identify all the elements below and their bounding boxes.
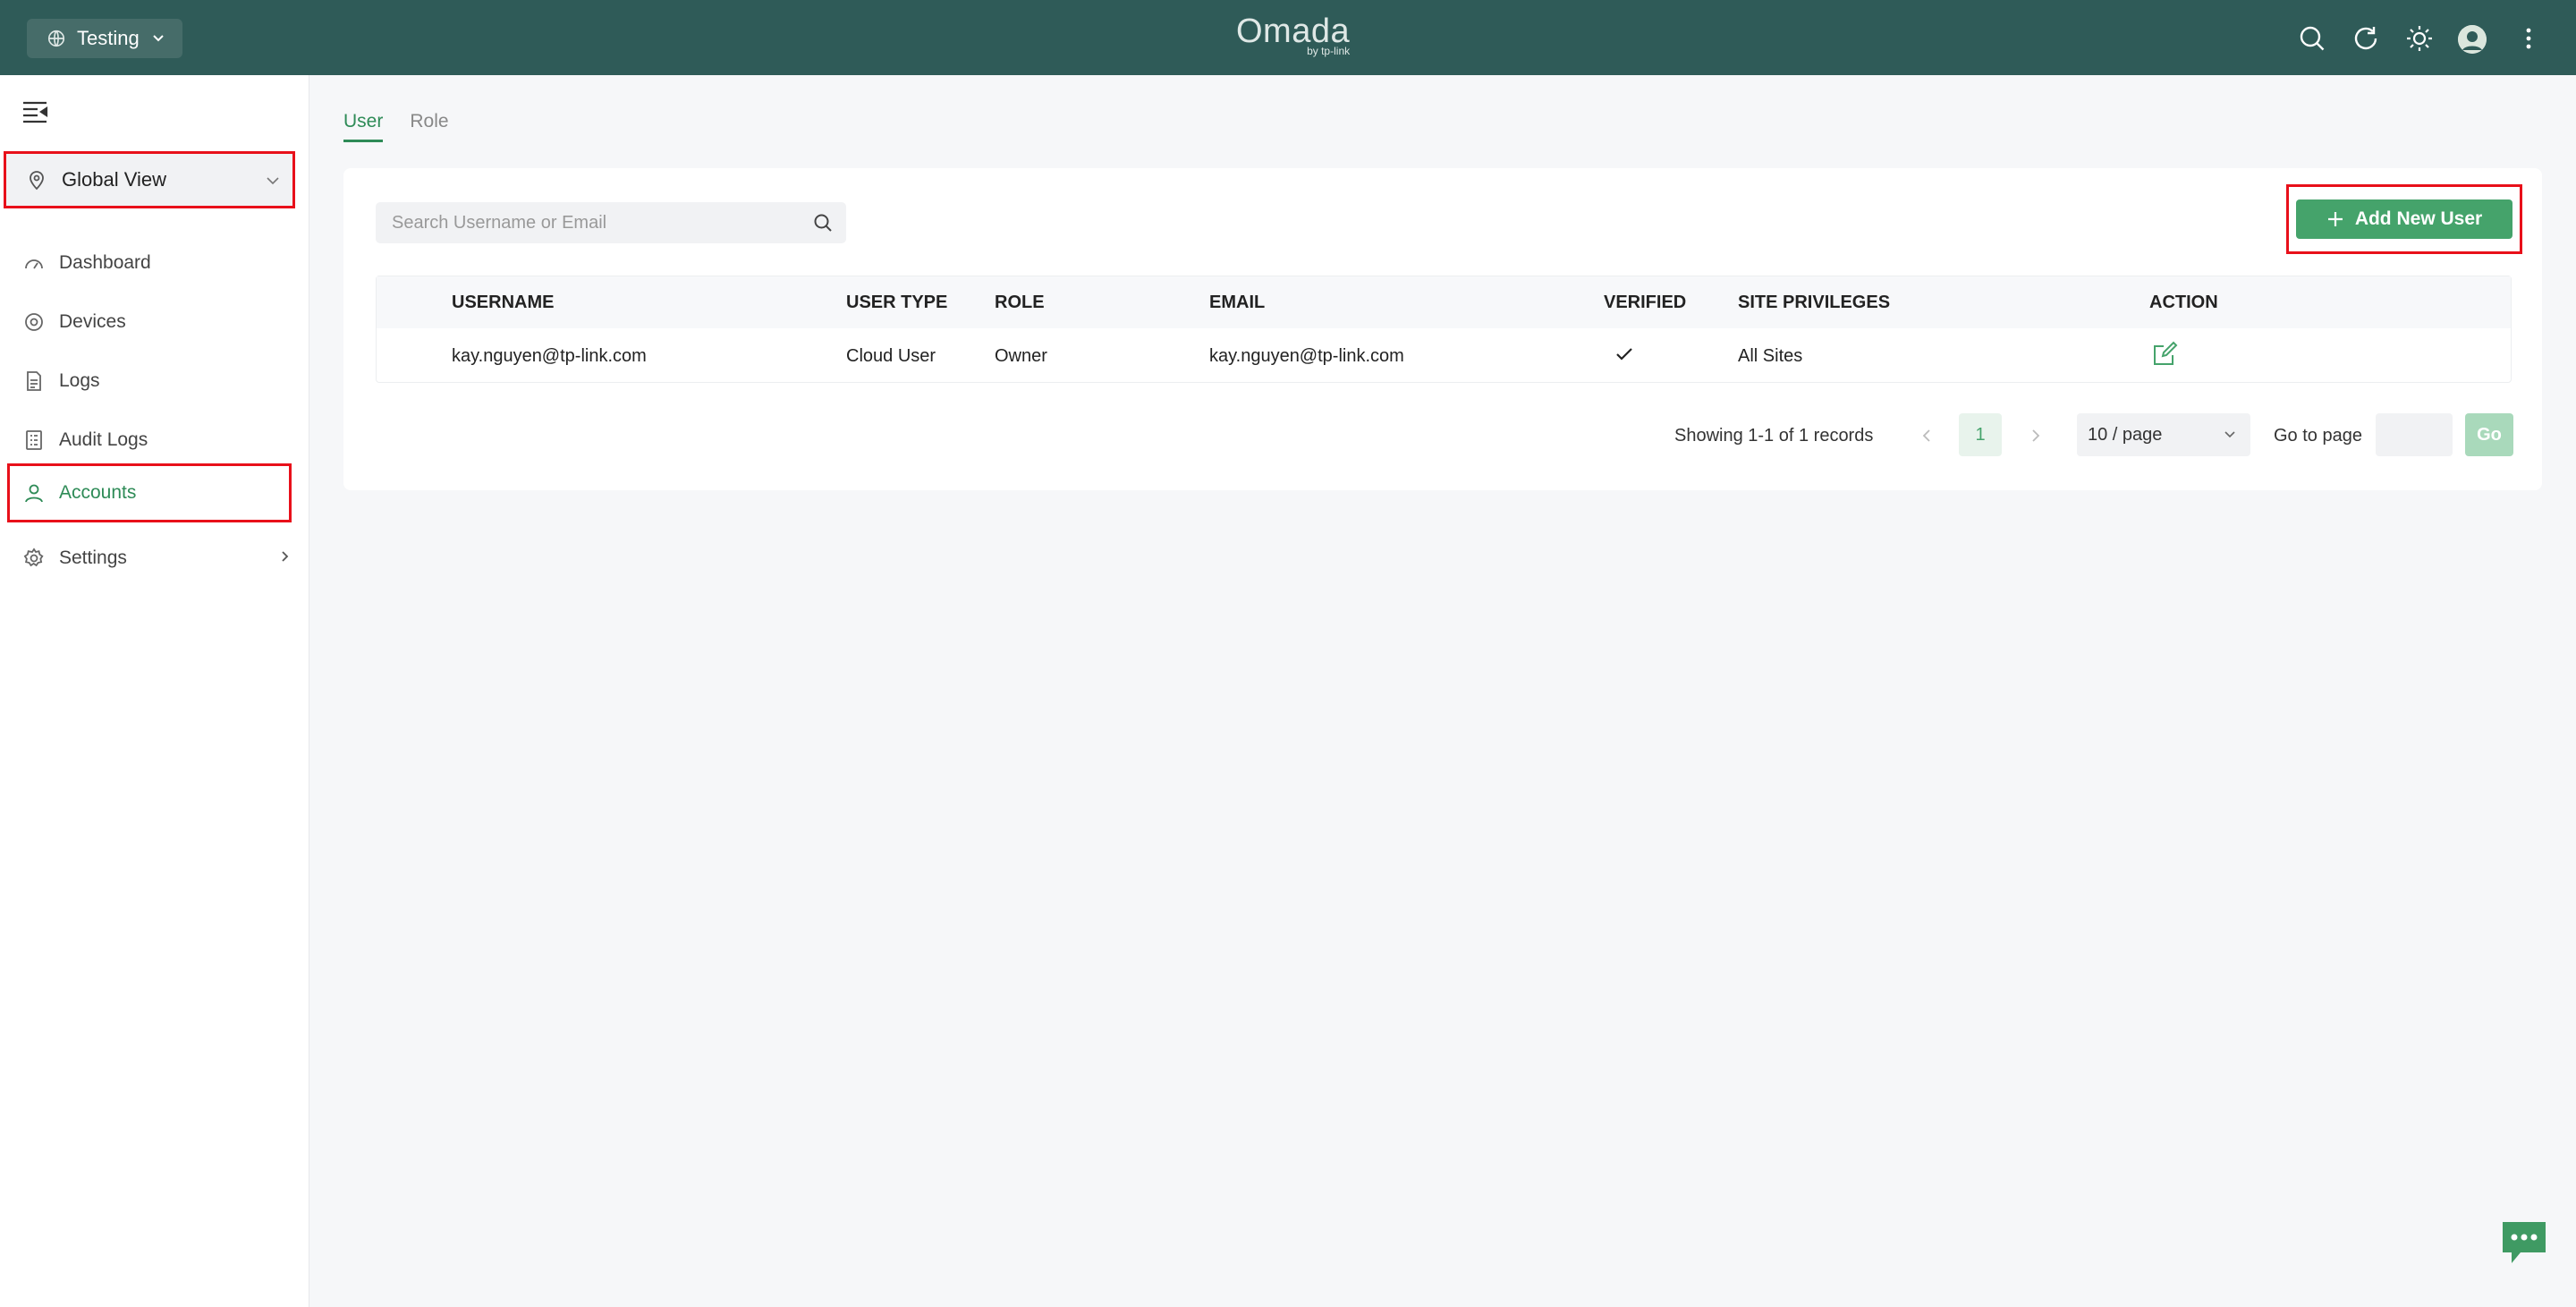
records-summary: Showing 1-1 of 1 records [1674, 426, 1874, 446]
goto-page-label: Go to page [2274, 426, 2362, 446]
site-selector[interactable]: Testing [27, 19, 182, 58]
collapse-menu-icon[interactable] [21, 100, 48, 123]
edit-icon[interactable] [2151, 341, 2178, 368]
tab-bar: User Role [343, 111, 449, 142]
users-card: Add New User USERNAME USER TYPE ROLE EMA… [343, 168, 2542, 490]
goto-page-input[interactable] [2376, 413, 2453, 456]
users-table: USERNAME USER TYPE ROLE EMAIL VERIFIED S… [376, 276, 2512, 383]
avatar[interactable] [2458, 25, 2487, 54]
sidebar-item-devices[interactable]: Devices [7, 293, 292, 352]
search-input[interactable] [392, 212, 785, 233]
add-new-user-button[interactable]: Add New User [2296, 199, 2512, 239]
refresh-icon[interactable] [2351, 23, 2381, 54]
chat-icon[interactable] [2499, 1218, 2549, 1267]
page-number-button[interactable]: 1 [1959, 413, 2002, 456]
sidebar-item-label: Settings [59, 547, 127, 568]
globe-icon [47, 30, 65, 47]
cell-site-privileges: All Sites [1738, 346, 1803, 366]
search-box [376, 202, 846, 243]
chevron-right-icon [282, 551, 289, 562]
sidebar-item-label: Audit Logs [59, 429, 148, 450]
go-button[interactable]: Go [2465, 413, 2513, 456]
sidebar-item-settings[interactable]: Settings [7, 529, 292, 588]
column-action: ACTION [2149, 293, 2218, 312]
column-verified: VERIFIED [1604, 293, 1687, 312]
sidebar-item-label: Logs [59, 370, 100, 391]
page-size-select[interactable]: 10 / page [2077, 413, 2250, 456]
view-select-label: Global View [62, 168, 166, 191]
tab-role[interactable]: Role [410, 111, 448, 142]
column-site-privileges: SITE PRIVILEGES [1738, 293, 1891, 312]
omada-logo: Omada by tp-link [1236, 14, 1350, 57]
sidebar-item-accounts[interactable]: Accounts [7, 463, 292, 522]
theme-icon[interactable] [2404, 23, 2435, 54]
sidebar-item-dashboard[interactable]: Dashboard [7, 233, 292, 293]
logo-text: Omada [1236, 13, 1351, 50]
more-icon[interactable] [2513, 23, 2544, 54]
location-pin-icon [30, 171, 44, 191]
site-name: Testing [77, 27, 140, 49]
cell-user-type: Cloud User [846, 346, 936, 366]
global-view-selector[interactable]: Global View [4, 151, 295, 208]
sidebar-item-label: Dashboard [59, 252, 151, 273]
search-icon[interactable] [2297, 23, 2327, 54]
top-bar: Testing Omada by tp-link [0, 0, 2576, 75]
dashboard-icon [25, 259, 43, 269]
logs-icon [27, 371, 41, 391]
table-header: USERNAME USER TYPE ROLE EMAIL VERIFIED S… [377, 276, 2511, 328]
chevron-down-icon [153, 35, 164, 42]
audit-logs-icon [26, 430, 42, 450]
chevron-down-icon [2224, 431, 2235, 438]
sidebar-item-label: Accounts [59, 482, 137, 503]
next-page-icon[interactable] [2027, 428, 2043, 444]
cell-username: kay.nguyen@tp-link.com [452, 346, 647, 366]
search-icon[interactable] [812, 212, 834, 233]
sidebar-item-label: Devices [59, 311, 126, 332]
page-size-value: 10 / page [2088, 424, 2163, 445]
plus-icon [2327, 212, 2343, 226]
tab-user[interactable]: User [343, 111, 384, 142]
table-row: kay.nguyen@tp-link.com Cloud User Owner … [377, 328, 2511, 382]
column-user-type: USER TYPE [846, 293, 948, 312]
prev-page-icon[interactable] [1919, 428, 1936, 444]
chevron-down-icon [267, 177, 279, 185]
gear-icon [23, 547, 44, 567]
add-user-highlight: Add New User [2286, 184, 2522, 254]
sidebar-item-audit-logs[interactable]: Audit Logs [7, 411, 292, 470]
sidebar-item-logs[interactable]: Logs [7, 352, 292, 411]
column-email: EMAIL [1209, 293, 1266, 312]
user-avatar-icon [2458, 25, 2487, 54]
devices-icon [25, 313, 43, 331]
cell-role: Owner [995, 346, 1047, 366]
column-username: USERNAME [452, 293, 555, 312]
cell-email: kay.nguyen@tp-link.com [1209, 346, 1404, 366]
check-icon [1616, 348, 1632, 361]
add-new-user-label: Add New User [2354, 208, 2483, 229]
column-role: ROLE [995, 293, 1045, 312]
user-icon [25, 484, 43, 503]
sidebar: Global View Dashboard Devices Logs Audit… [0, 75, 309, 1307]
